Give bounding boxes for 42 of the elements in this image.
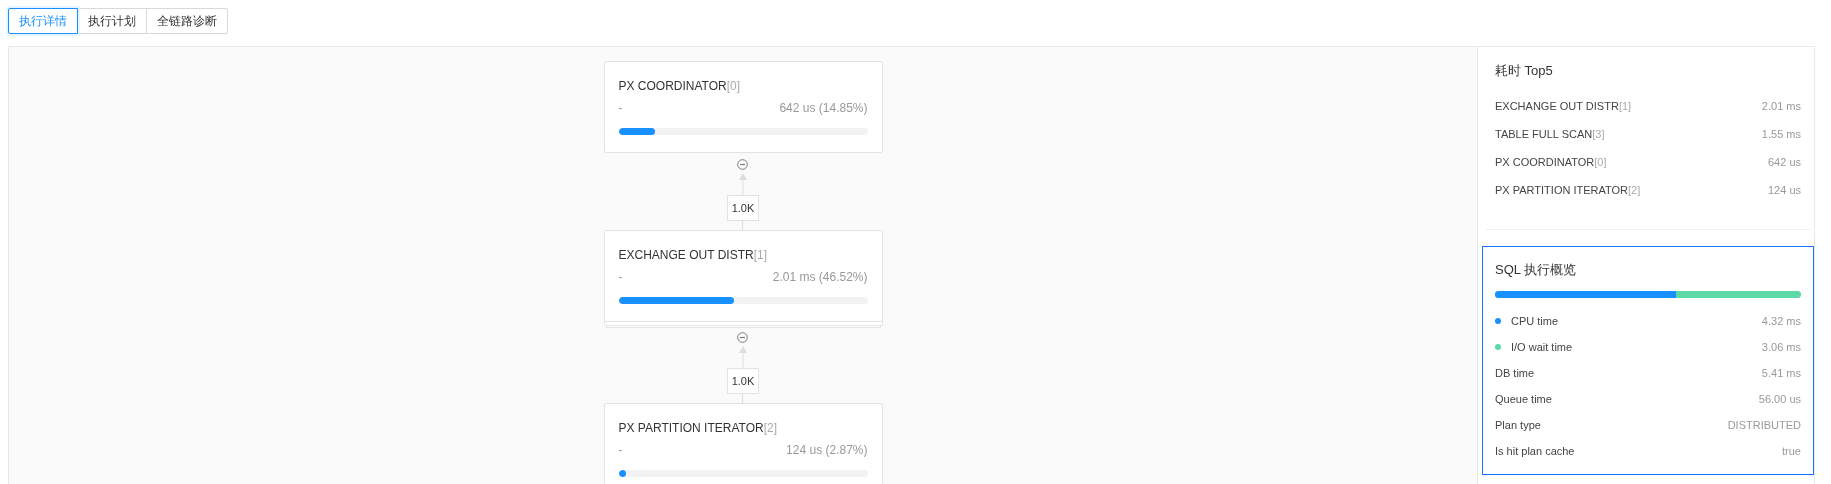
operator-time: 124 us	[1767, 184, 1801, 196]
metric-value: true	[1782, 445, 1801, 457]
collapse-icon[interactable]	[737, 159, 749, 170]
metric-value: 4.32 ms	[1761, 315, 1801, 327]
node-time: 124 us (2.87%)	[786, 443, 868, 457]
operator-time: 1.55 ms	[1761, 128, 1801, 140]
collapse-icon[interactable]	[737, 332, 749, 343]
row-count-label: 1.0K	[726, 368, 760, 394]
node-title: PX COORDINATOR[0]	[618, 79, 742, 93]
metric-value: 3.06 ms	[1761, 341, 1801, 353]
row-count-label: 1.0K	[726, 195, 760, 221]
node-time: 2.01 ms (46.52%)	[772, 270, 868, 284]
metric-label: I/O wait time	[1511, 341, 1573, 353]
tab[interactable]: 全链路诊断	[146, 8, 228, 34]
metric-label: Plan type	[1495, 419, 1541, 431]
metric-label: Queue time	[1495, 393, 1552, 405]
overview-card[interactable]: SQL 执行概览 CPU time 4.32 ms I/O wait time 3.06 ms DB time 5.41 ms Queue time 56.00 us Plan type DISTRIBUTED Is hit plan cache true	[1482, 246, 1814, 475]
operator-name: PX COORDINATOR[0]	[1495, 156, 1607, 168]
metric-label: DB time	[1495, 367, 1535, 379]
operator-name: EXCHANGE OUT DISTR[1]	[1495, 100, 1632, 112]
metric-value: 56.00 us	[1758, 393, 1801, 405]
node-detail: -	[618, 270, 623, 284]
operator-time: 642 us	[1767, 156, 1801, 168]
section-title: 耗时 Top5	[1495, 62, 1554, 80]
arrow-icon	[739, 346, 747, 368]
node-title: PX PARTITION ITERATOR[2]	[618, 421, 778, 435]
tab[interactable]: 执行计划	[77, 8, 147, 34]
arrow-icon	[739, 173, 747, 195]
metric-label: Is hit plan cache	[1495, 445, 1575, 457]
section-title: SQL 执行概览	[1495, 261, 1578, 279]
plan-node-card[interactable]: PX PARTITION ITERATOR[2] - 124 us (2.87%)	[603, 403, 883, 484]
node-detail: -	[618, 443, 623, 457]
metric-value: 5.41 ms	[1761, 367, 1801, 379]
operator-name: TABLE FULL SCAN[3]	[1495, 128, 1605, 140]
metric-label: CPU time	[1511, 315, 1559, 327]
node-title: EXCHANGE OUT DISTR[1]	[618, 248, 768, 262]
metric-value: DISTRIBUTED	[1727, 419, 1801, 431]
operator-time: 2.01 ms	[1761, 100, 1801, 112]
plan-node-card[interactable]: PX COORDINATOR[0] - 642 us (14.85%)	[603, 61, 883, 153]
node-detail: -	[618, 101, 623, 115]
node-time: 642 us (14.85%)	[779, 101, 868, 115]
operator-name: PX PARTITION ITERATOR[2]	[1495, 184, 1641, 196]
